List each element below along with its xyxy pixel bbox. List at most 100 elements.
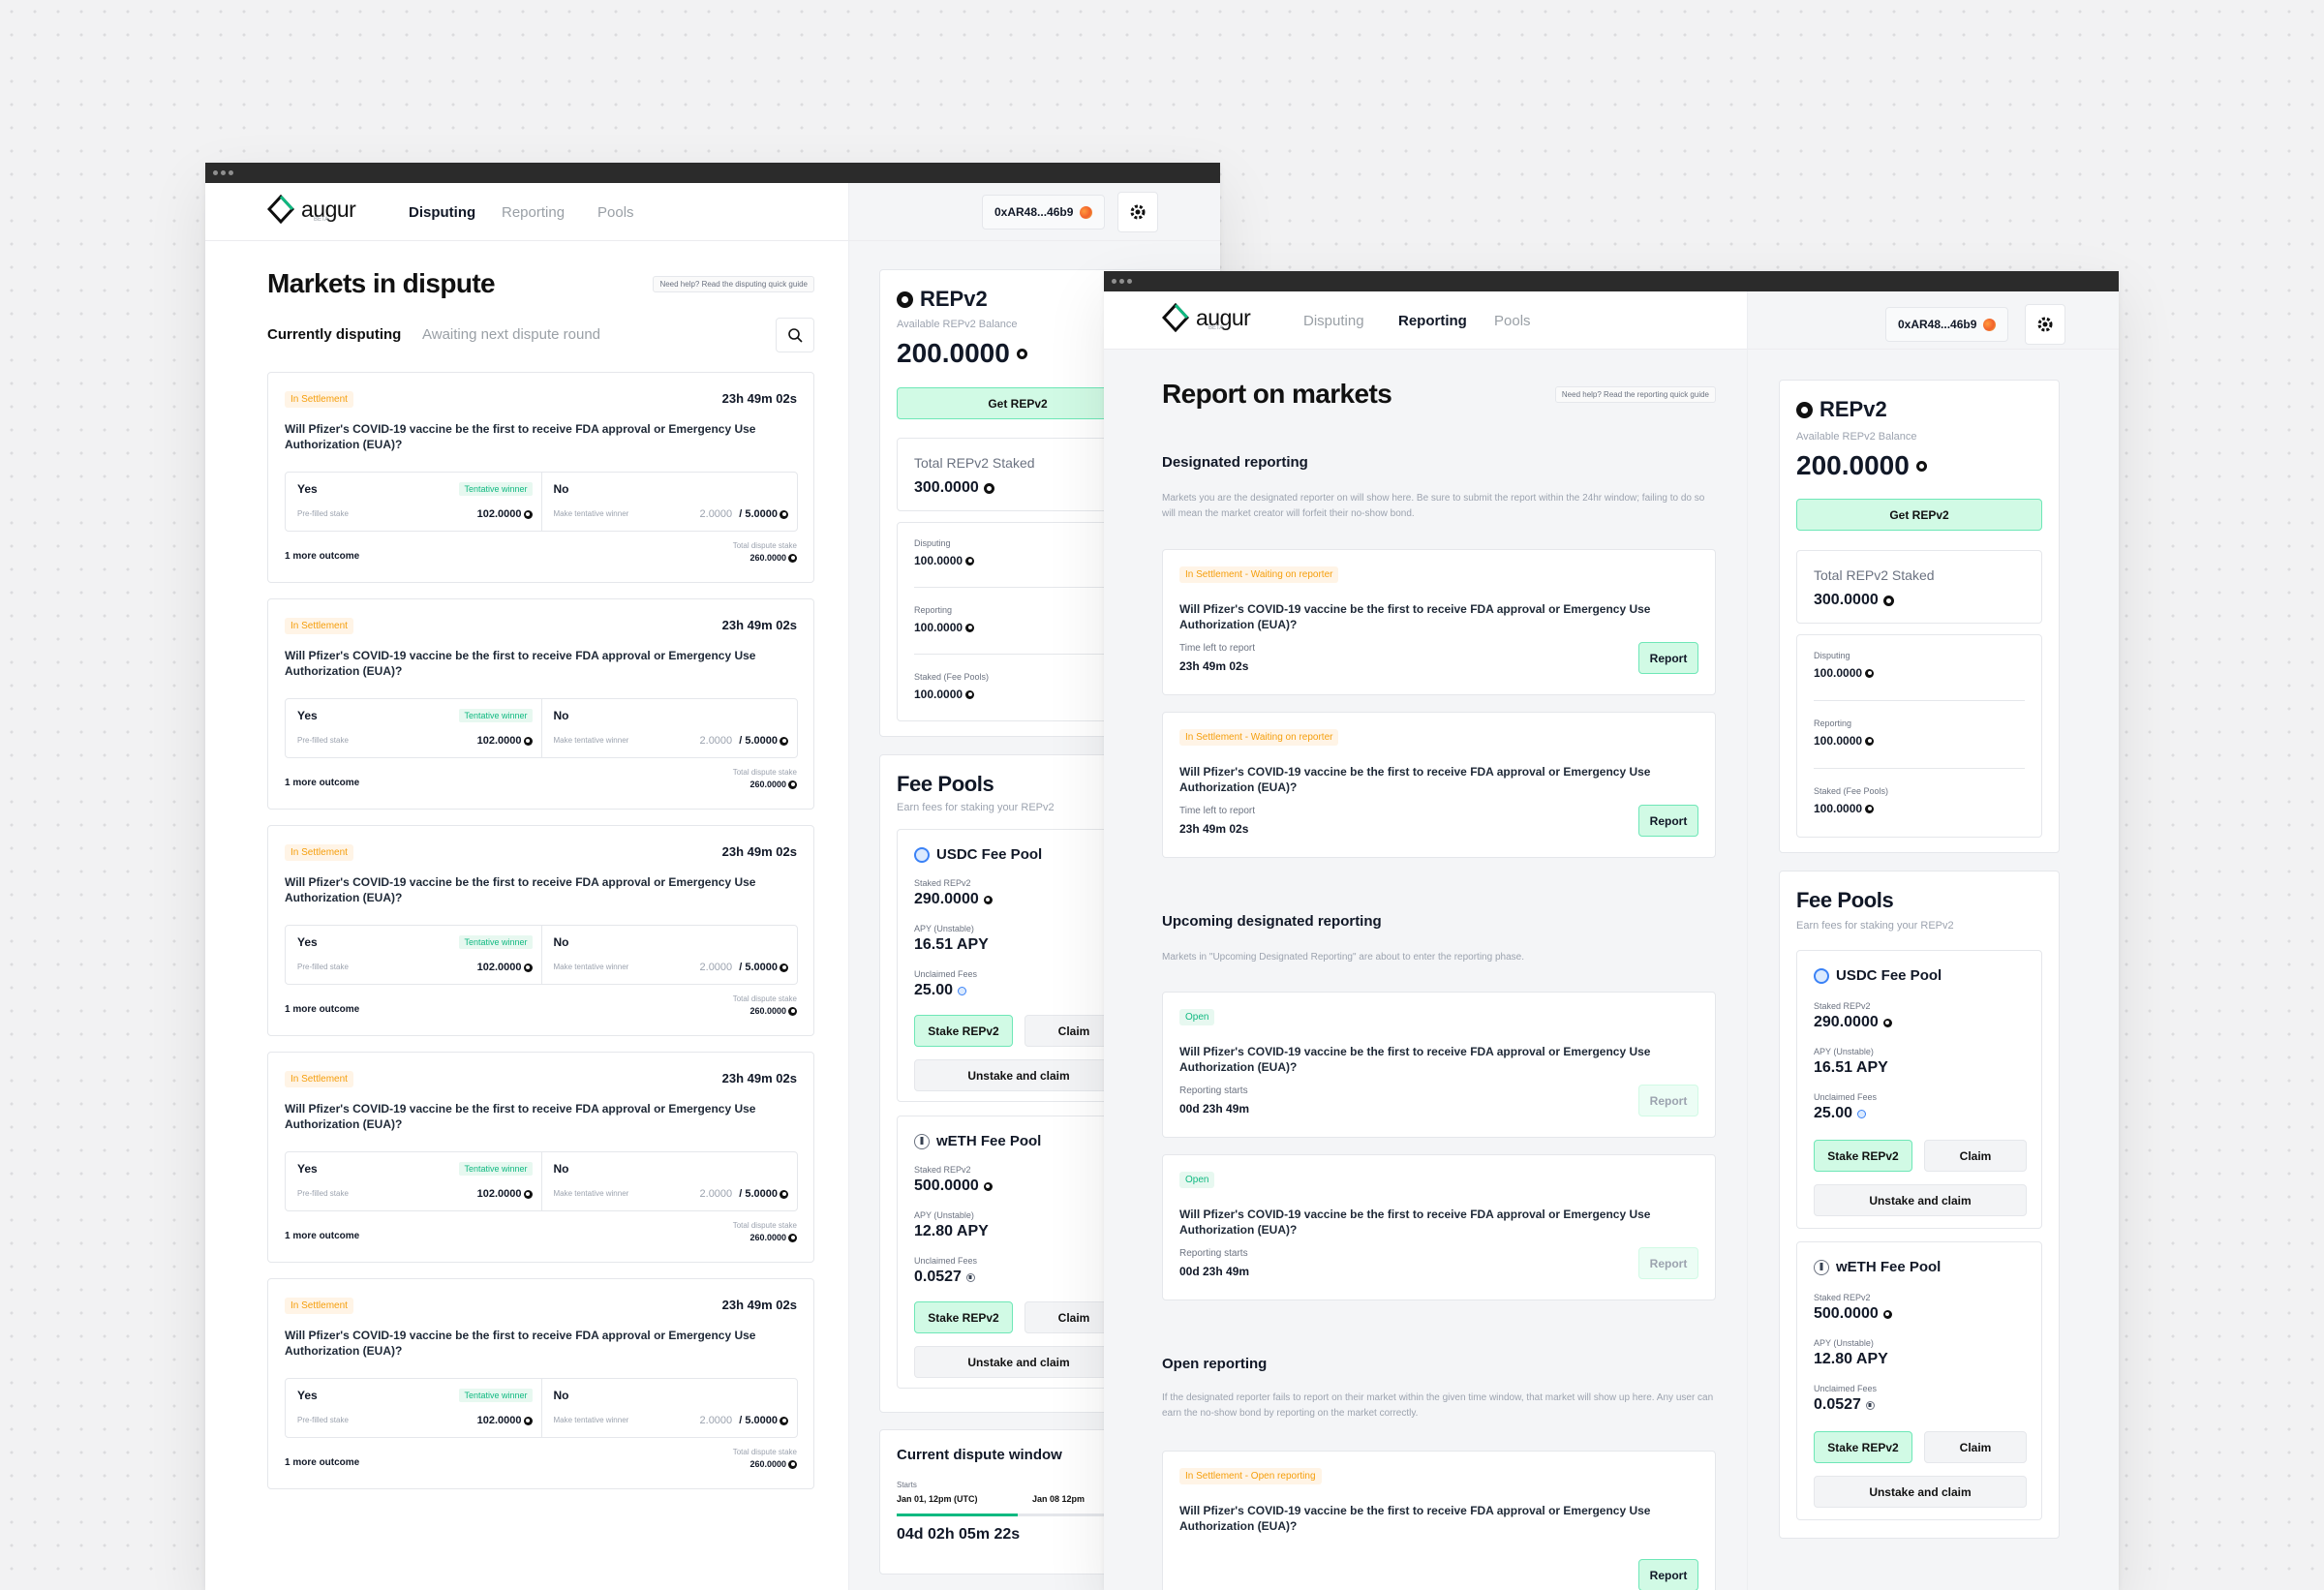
report-button[interactable]: Report — [1638, 805, 1698, 837]
unstake-and-claim-button[interactable]: Unstake and claim — [914, 1059, 1123, 1091]
augur-logo[interactable]: augur BETA — [1162, 303, 1251, 332]
repv2-icon — [1882, 1309, 1892, 1319]
outcome-yes[interactable]: Yes Tentative winner Pre-filled stake 102.0… — [286, 926, 541, 984]
claim-button[interactable]: Claim — [1924, 1140, 2027, 1172]
nav-disputing[interactable]: Disputing — [409, 204, 475, 221]
stake-repv2-button[interactable]: Stake REPv2 — [1814, 1431, 1912, 1463]
repv2-icon — [780, 509, 788, 519]
outcome-yes[interactable]: Yes Tentative winner Pre-filled stake 102.0… — [286, 1379, 541, 1437]
stake-repv2-button[interactable]: Stake REPv2 — [914, 1301, 1013, 1333]
dispute-card[interactable]: In Settlement 23h 49m 02s Will Pfizer's CO… — [267, 825, 814, 1036]
more-outcomes-link[interactable]: 1 more outcome — [285, 1457, 359, 1468]
total-stake-value: 260.0000 — [749, 1459, 797, 1469]
report-market-card[interactable]: In Settlement - Open reporting Will Pfize… — [1162, 1451, 1716, 1590]
weth-fee-pool: wETH Fee Pool Staked REPv2 500.0000 APY … — [1796, 1241, 2042, 1520]
augur-logo[interactable]: augur BETA — [267, 195, 356, 224]
designated-reporting-description: Markets you are the designated reporter … — [1162, 493, 1705, 519]
report-market-card[interactable]: In Settlement - Waiting on reporter Will … — [1162, 549, 1716, 695]
tab-currently-disputing[interactable]: Currently disputing — [267, 326, 401, 343]
usdc-apy-value: 16.51 APY — [1814, 1059, 1888, 1076]
fee-pools-card: Fee Pools Earn fees for staking your REP… — [1779, 871, 2060, 1539]
report-button[interactable]: Report — [1638, 1559, 1698, 1590]
get-repv2-button[interactable]: Get REPv2 — [1796, 499, 2042, 531]
tab-awaiting-next-round[interactable]: Awaiting next dispute round — [422, 326, 600, 343]
outcome-yes[interactable]: Yes Tentative winner Pre-filled stake 102.0… — [286, 473, 541, 531]
countdown: 04d 02h 05m 22s — [897, 1526, 1021, 1543]
outcome-no[interactable]: No Make tentative winner 2.0000 / 5.0000 — [540, 699, 798, 757]
wallet-button[interactable]: 0xAR48...46b9 — [1885, 307, 2009, 342]
sidebar-nav: 0xAR48...46b9 — [1748, 291, 2119, 350]
eth-icon — [1865, 1400, 1875, 1410]
report-market-card[interactable]: In Settlement - Waiting on reporter Will … — [1162, 712, 1716, 858]
claim-button[interactable]: Claim — [1924, 1431, 2027, 1463]
outcome-no[interactable]: No Make tentative winner 2.0000 / 5.0000 — [540, 926, 798, 984]
market-question[interactable]: Will Pfizer's COVID-19 vaccine be the fi… — [1179, 601, 1683, 632]
stake-amount: 102.0000 — [476, 1188, 522, 1200]
market-question[interactable]: Will Pfizer's COVID-19 vaccine be the fi… — [1179, 1044, 1683, 1075]
reporting-amount: 100.0000 — [1814, 734, 1863, 748]
time-value: 00d 23h 49m — [1179, 1102, 1250, 1116]
outcome-no[interactable]: No Make tentative winner 2.0000 / 5.0000 — [540, 1152, 798, 1210]
dispute-card[interactable]: In Settlement 23h 49m 02s Will Pfizer's CO… — [267, 1278, 814, 1489]
market-question[interactable]: Will Pfizer's COVID-19 vaccine be the fi… — [285, 1101, 788, 1132]
balance-value: 200.0000 — [1796, 450, 1927, 481]
market-question[interactable]: Will Pfizer's COVID-19 vaccine be the fi… — [1179, 1503, 1683, 1534]
dispute-card[interactable]: In Settlement 23h 49m 02s Will Pfizer's CO… — [267, 372, 814, 583]
nav-pools[interactable]: Pools — [597, 204, 634, 221]
help-link[interactable]: Need help? Read the reporting quick guid… — [1554, 386, 1716, 403]
report-market-card[interactable]: Open Will Pfizer's COVID-19 vaccine be th… — [1162, 1154, 1716, 1300]
disputing-value: 100.0000 — [914, 554, 975, 567]
unclaimed-fees-label: Unclaimed Fees — [1814, 1384, 1878, 1393]
time-label: Time left to report — [1179, 643, 1255, 654]
report-button[interactable]: Report — [1638, 1247, 1698, 1279]
unstake-and-claim-button[interactable]: Unstake and claim — [1814, 1184, 2027, 1216]
nav-pools[interactable]: Pools — [1494, 313, 1531, 329]
report-button[interactable]: Report — [1638, 1085, 1698, 1116]
time-value: 00d 23h 49m — [1179, 1265, 1250, 1278]
outcome-yes[interactable]: Yes Tentative winner Pre-filled stake 102.0… — [286, 699, 541, 757]
market-question[interactable]: Will Pfizer's COVID-19 vaccine be the fi… — [285, 421, 788, 452]
search-button[interactable] — [776, 318, 814, 352]
dispute-card[interactable]: In Settlement 23h 49m 02s Will Pfizer's CO… — [267, 1052, 814, 1263]
report-market-card[interactable]: Open Will Pfizer's COVID-19 vaccine be th… — [1162, 992, 1716, 1138]
outcome-no[interactable]: No Make tentative winner 2.0000 / 5.0000 — [540, 1379, 798, 1437]
stake-repv2-button[interactable]: Stake REPv2 — [1814, 1140, 1912, 1172]
usdc-pool-title: USDC Fee Pool — [914, 846, 1042, 863]
fee-pools-title: Fee Pools — [1796, 888, 1894, 912]
disputing-amount: 100.0000 — [914, 554, 963, 567]
tentative-winner-badge: Tentative winner — [459, 1162, 533, 1176]
stake-amount: 102.0000 — [476, 1415, 522, 1426]
settings-button[interactable] — [2025, 304, 2065, 345]
reporting-label: Reporting — [1814, 719, 1852, 728]
unstake-and-claim-button[interactable]: Unstake and claim — [1814, 1476, 2027, 1508]
outcome-no[interactable]: No Make tentative winner 2.0000 / 5.0000 — [540, 473, 798, 531]
stake-target: / 5.0000 — [739, 508, 778, 520]
nav-disputing[interactable]: Disputing — [1303, 313, 1364, 329]
market-question[interactable]: Will Pfizer's COVID-19 vaccine be the fi… — [285, 648, 788, 679]
outcome-yes[interactable]: Yes Tentative winner Pre-filled stake 102.0… — [286, 1152, 541, 1210]
nav-reporting[interactable]: Reporting — [1398, 313, 1467, 329]
unstake-and-claim-button[interactable]: Unstake and claim — [914, 1346, 1123, 1378]
settings-button[interactable] — [1117, 192, 1158, 232]
status-badge: In Settlement - Open reporting — [1179, 1468, 1322, 1484]
repv2-icon — [523, 1416, 533, 1425]
market-question[interactable]: Will Pfizer's COVID-19 vaccine be the fi… — [1179, 1207, 1683, 1238]
more-outcomes-link[interactable]: 1 more outcome — [285, 551, 359, 562]
unclaimed-fees-label: Unclaimed Fees — [914, 969, 978, 979]
help-link[interactable]: Need help? Read the disputing quick guid… — [653, 276, 814, 292]
stake-repv2-button[interactable]: Stake REPv2 — [914, 1015, 1013, 1047]
eth-icon — [914, 1133, 930, 1149]
dispute-card[interactable]: In Settlement 23h 49m 02s Will Pfizer's CO… — [267, 598, 814, 810]
more-outcomes-link[interactable]: 1 more outcome — [285, 1004, 359, 1015]
get-repv2-button[interactable]: Get REPv2 — [897, 387, 1139, 419]
more-outcomes-link[interactable]: 1 more outcome — [285, 778, 359, 788]
report-button[interactable]: Report — [1638, 642, 1698, 674]
stake-label: Pre-filled stake — [297, 1189, 349, 1198]
more-outcomes-link[interactable]: 1 more outcome — [285, 1231, 359, 1241]
market-question[interactable]: Will Pfizer's COVID-19 vaccine be the fi… — [285, 874, 788, 905]
wallet-button[interactable]: 0xAR48...46b9 — [982, 195, 1106, 229]
window-titlebar — [205, 163, 1220, 183]
nav-reporting[interactable]: Reporting — [502, 204, 565, 221]
market-question[interactable]: Will Pfizer's COVID-19 vaccine be the fi… — [285, 1328, 788, 1359]
market-question[interactable]: Will Pfizer's COVID-19 vaccine be the fi… — [1179, 764, 1683, 795]
